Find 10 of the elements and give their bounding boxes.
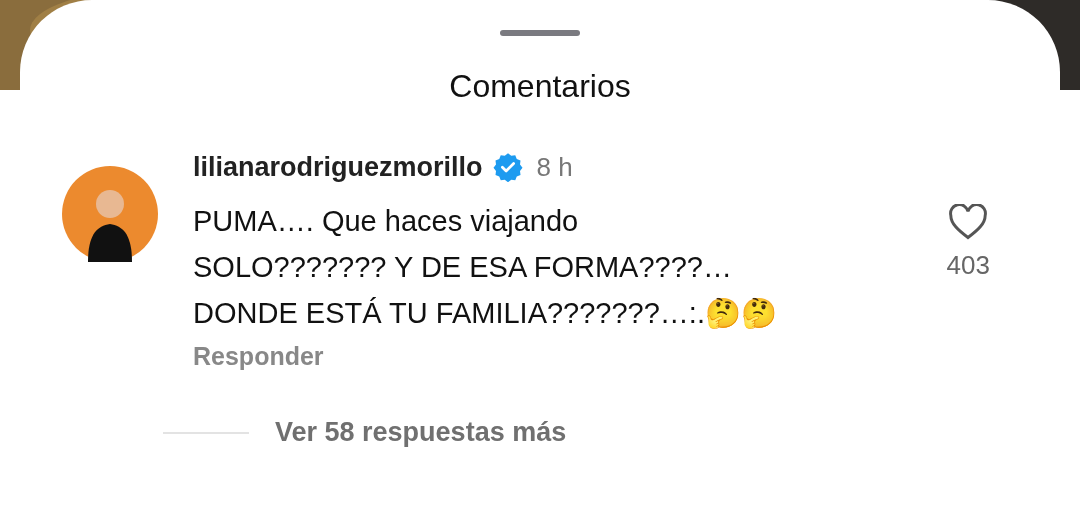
username[interactable]: lilianarodriguezmorillo (193, 153, 483, 181)
comment-time: 8 h (536, 154, 573, 180)
view-replies-link[interactable]: Ver 58 respuestas más (275, 419, 567, 446)
sheet-title: Comentarios (449, 70, 631, 102)
drag-handle[interactable] (500, 30, 580, 36)
heart-icon[interactable] (948, 204, 989, 240)
comment-text: PUMA…. Que haces viajando SOLO??????? Y DE ESA FORMA????… DONDE ESTÁ TU FAMILIA???????…:.🤔🤔 (193, 204, 777, 331)
reply-link[interactable]: Responder (193, 344, 324, 369)
avatar[interactable] (62, 166, 158, 262)
like-count: 403 (946, 252, 990, 278)
